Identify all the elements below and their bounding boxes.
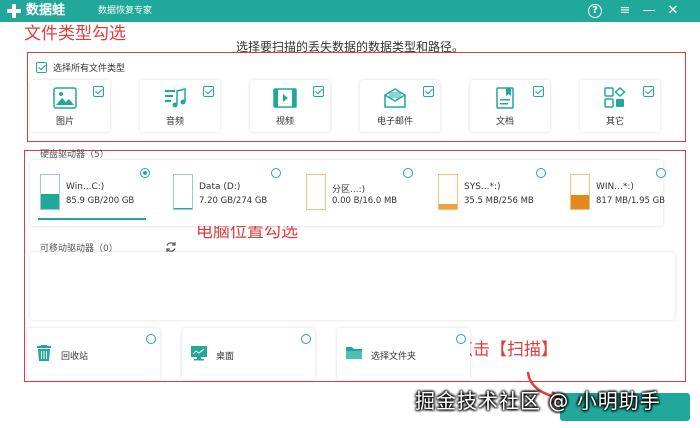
app-subtitle: 数据恢复专家 — [98, 6, 153, 16]
drive-radio[interactable] — [271, 168, 281, 178]
app-logo: 数据蛙 — [6, 2, 65, 20]
select-all-checkbox[interactable]: 选择所有文件类型 — [36, 61, 125, 74]
minimize-button[interactable]: — — [640, 2, 658, 20]
drive-name: WIN...*:) — [596, 182, 634, 192]
file-type-other[interactable]: 其它 — [580, 80, 660, 132]
removable-drive-panel — [30, 252, 675, 320]
drive-size: 35.5 MB/256 MB — [464, 196, 534, 206]
location-radio[interactable] — [301, 334, 311, 344]
menu-button[interactable]: ≡ — [616, 2, 634, 20]
location-select-folder[interactable]: 选择文件夹 — [337, 328, 470, 380]
location-recycle-bin[interactable]: 回收站 — [27, 328, 160, 380]
close-button[interactable]: ✕ — [664, 2, 682, 20]
drive-icon — [438, 174, 458, 210]
drive-icon — [173, 174, 193, 210]
drive-c[interactable]: Win...C:) 85.9 GB/200 GB — [30, 168, 150, 220]
location-label: 回收站 — [61, 352, 89, 362]
drive-size: 7.20 GB/274 GB — [199, 196, 268, 206]
location-desktop[interactable]: 桌面 — [182, 328, 315, 380]
drive-radio[interactable] — [536, 168, 546, 178]
file-type-label: 音频 — [165, 117, 184, 127]
drive-name: Data (D:) — [199, 182, 241, 192]
other-icon — [604, 87, 626, 108]
drive-radio[interactable] — [403, 168, 413, 178]
checkbox-icon — [533, 86, 544, 97]
help-button[interactable]: ? — [588, 4, 602, 18]
checkbox-icon — [643, 86, 654, 97]
watermark: 掘金技术社区 @ 小明助手 — [415, 389, 661, 413]
drive-name: Win...C:) — [66, 182, 105, 192]
select-all-label: 选择所有文件类型 — [53, 64, 126, 74]
file-type-image[interactable]: 图片 — [30, 80, 110, 132]
music-icon — [165, 88, 186, 108]
drive-icon — [570, 174, 590, 210]
app-name: 数据蛙 — [26, 3, 66, 18]
file-type-audio[interactable]: 音频 — [140, 80, 220, 132]
checkbox-icon — [423, 86, 434, 97]
drive-icon — [40, 174, 60, 210]
checkbox-icon — [203, 86, 214, 97]
file-type-document[interactable]: 文档 — [470, 80, 550, 132]
file-type-video[interactable]: 视频 — [250, 80, 330, 132]
checkbox-icon — [93, 86, 104, 97]
drive-size: 0.00 B/16.0 MB — [332, 196, 398, 206]
file-type-label: 视频 — [275, 117, 294, 127]
document-icon — [496, 87, 514, 109]
location-radio[interactable] — [456, 334, 466, 344]
folder-icon — [346, 347, 362, 359]
video-icon — [273, 88, 297, 108]
drive-icon — [306, 174, 326, 210]
location-radio[interactable] — [146, 334, 156, 344]
logo-icon — [6, 3, 22, 19]
drive-radio[interactable] — [140, 168, 150, 178]
drive-selected-underline — [38, 218, 146, 220]
checkbox-icon — [313, 86, 324, 97]
drive-name: 分区...:) — [332, 185, 366, 195]
file-type-email[interactable]: 电子邮件 — [360, 80, 440, 132]
location-label: 选择文件夹 — [371, 352, 417, 362]
location-label: 桌面 — [216, 352, 235, 362]
drive-win[interactable]: WIN...*:) 817 MB/1.95 GB — [560, 168, 680, 216]
drive-d[interactable]: Data (D:) 7.20 GB/274 GB — [163, 168, 283, 216]
drive-size: 85.9 GB/200 GB — [66, 196, 135, 206]
file-type-label: 图片 — [55, 117, 74, 127]
image-icon — [53, 87, 77, 109]
drive-partition[interactable]: 分区...:) 0.00 B/16.0 MB — [296, 168, 416, 216]
drive-name: SYS...*:) — [464, 182, 501, 192]
drive-radio[interactable] — [656, 168, 666, 178]
file-type-label: 文档 — [495, 117, 514, 127]
mail-icon — [384, 88, 406, 108]
recycle-bin-icon — [37, 345, 51, 361]
drive-size: 817 MB/1.95 GB — [596, 196, 666, 206]
file-type-label: 电子邮件 — [376, 117, 413, 127]
hard-drives-title: 硬盘驱动器（5） — [40, 150, 109, 160]
checkbox-icon — [36, 62, 47, 73]
title-bar: 数据蛙 数据恢复专家 ? ≡ — ✕ — [0, 0, 700, 22]
file-type-label: 其它 — [605, 117, 624, 127]
drive-sys[interactable]: SYS...*:) 35.5 MB/256 MB — [428, 168, 548, 216]
desktop-icon — [191, 346, 207, 361]
hard-drive-panel: Win...C:) 85.9 GB/200 GB Data (D:) 7.20 … — [30, 160, 666, 226]
